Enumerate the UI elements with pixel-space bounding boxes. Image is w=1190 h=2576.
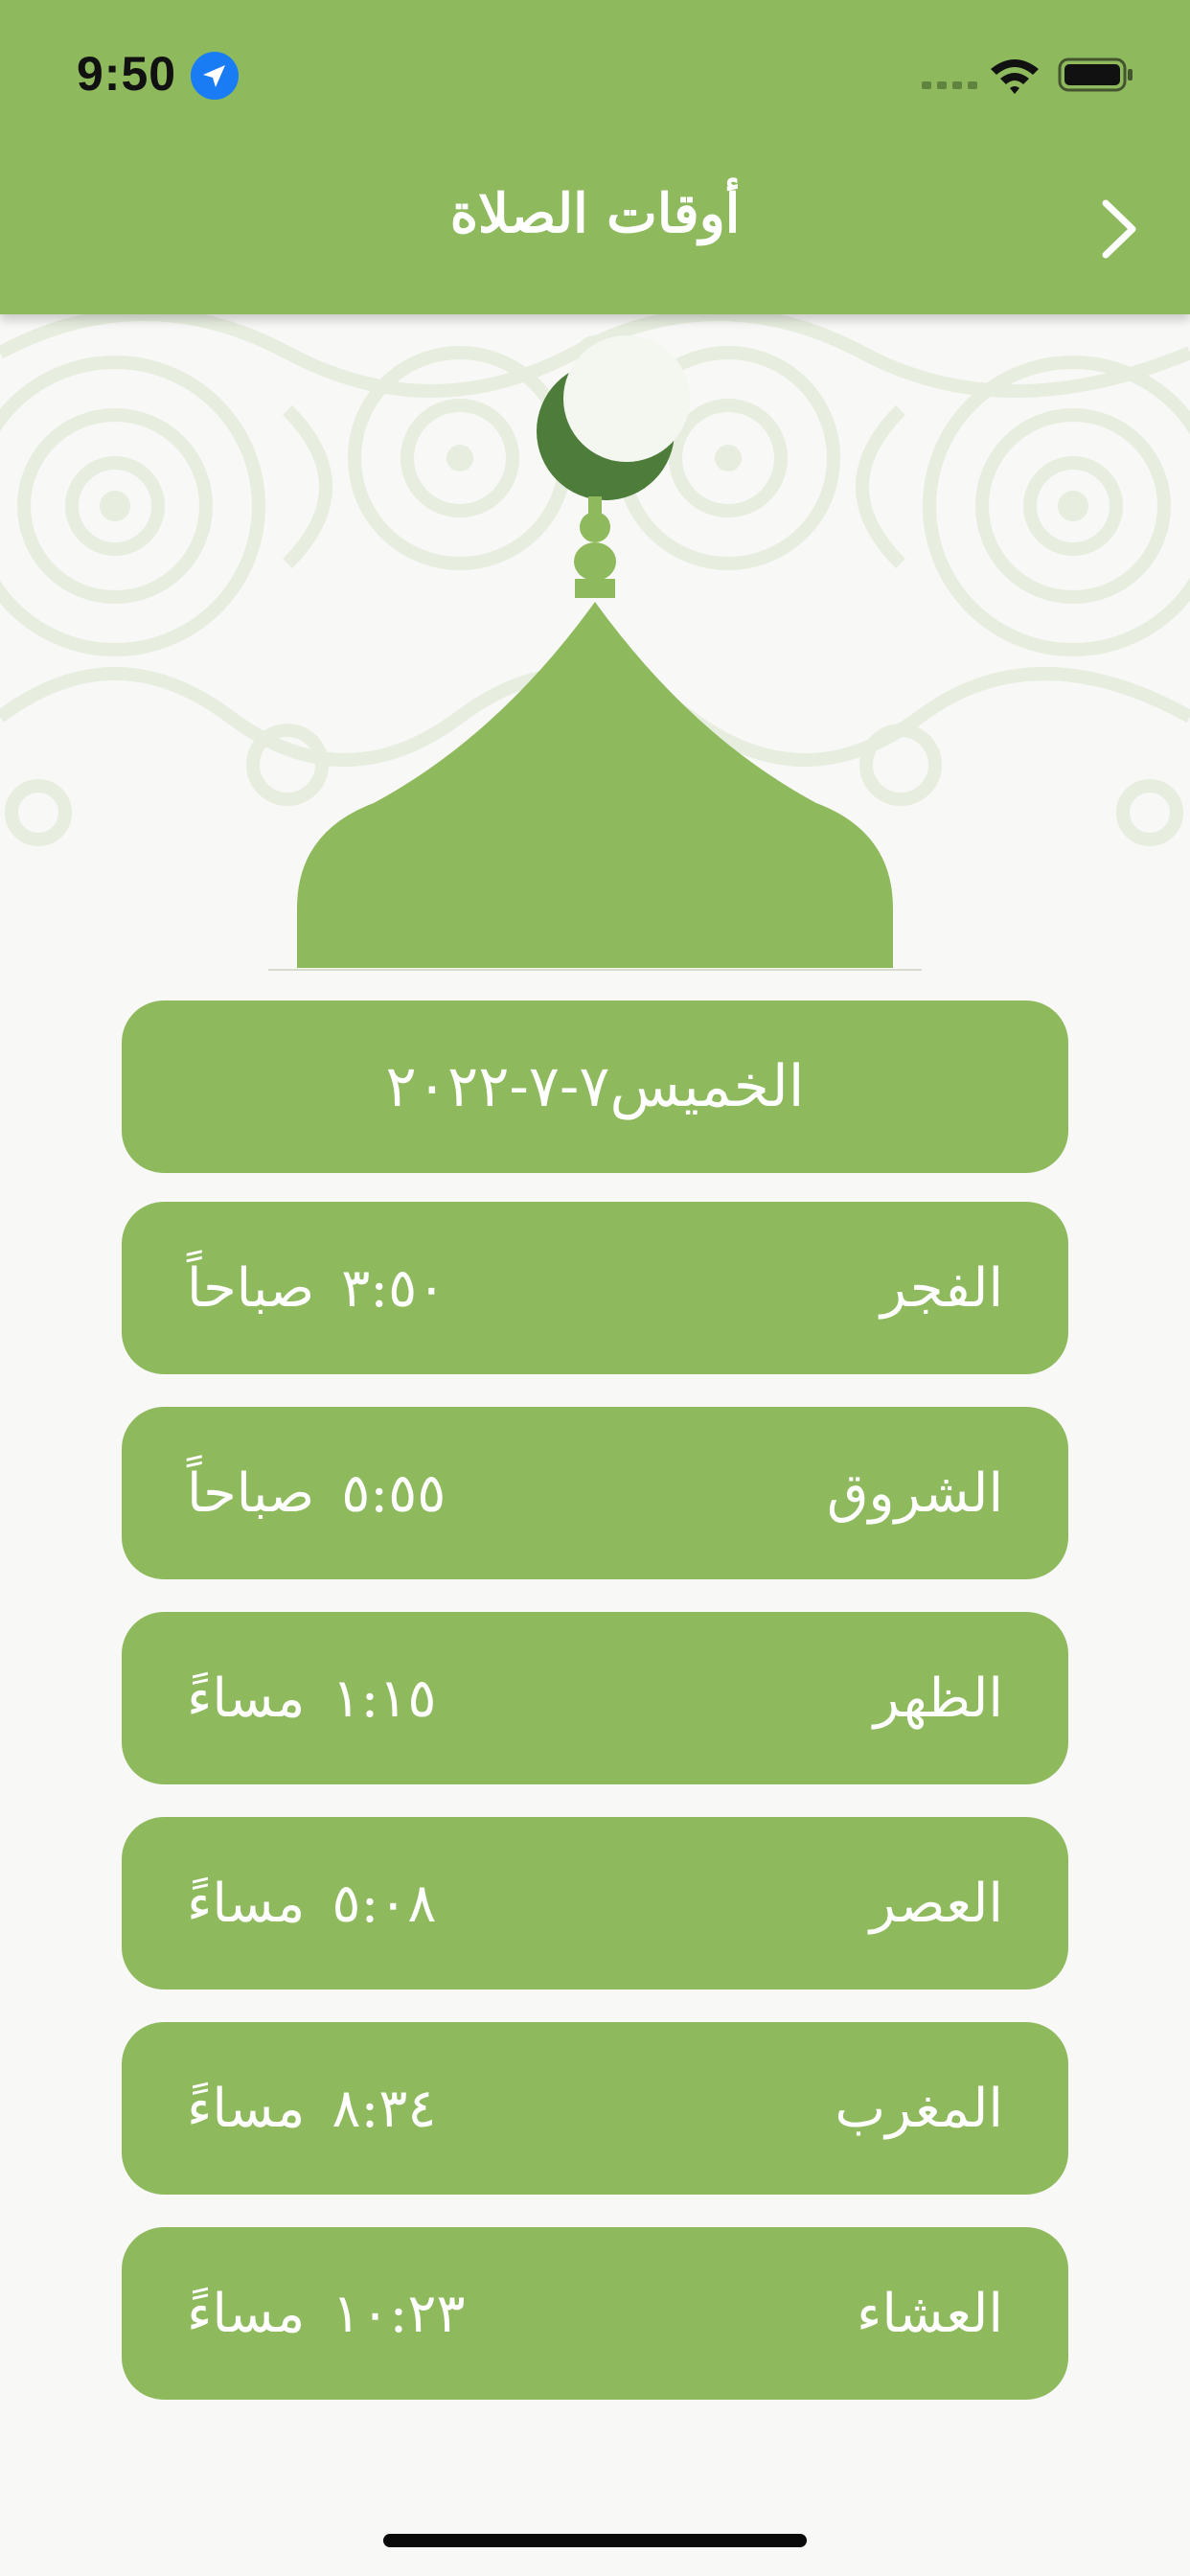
- prayer-time-value: ٣:٥٠: [341, 1256, 446, 1320]
- battery-icon: [1058, 58, 1133, 92]
- prayer-time-period: صباحاً: [187, 1256, 315, 1320]
- prayer-name: العشاء: [857, 2282, 1003, 2345]
- home-indicator[interactable]: [383, 2534, 807, 2547]
- page-title: أوقات الصلاة: [449, 182, 741, 245]
- prayer-time-value: ٨:٣٤: [332, 2077, 437, 2140]
- prayer-time-value: ٥:٠٨: [332, 1872, 437, 1935]
- prayer-time-period: صباحاً: [187, 1461, 315, 1525]
- prayer-time-period: مساءً: [187, 2077, 306, 2140]
- prayer-time: ٨:٣٤ مساءً: [187, 2022, 436, 2195]
- wifi-icon: [991, 59, 1039, 94]
- top-bar: 9:50 أوقات الصلاة: [0, 0, 1190, 314]
- date-card: الخميس٧-٧-٢٠٢٢: [122, 1000, 1068, 1173]
- prayer-row-asr: العصر ٥:٠٨ مساءً: [122, 1817, 1068, 1990]
- prayer-row-dhuhr: الظهر ١:١٥ مساءً: [122, 1612, 1068, 1784]
- prayer-time-period: مساءً: [187, 2282, 306, 2345]
- mosque-dome-crescent-icon: [268, 335, 922, 971]
- prayer-time-period: مساءً: [187, 1667, 306, 1730]
- prayer-time: ١:١٥ مساءً: [187, 1612, 436, 1784]
- date-text: الخميس٧-٧-٢٠٢٢: [385, 1053, 805, 1120]
- prayer-row-isha: العشاء ١٠:٢٣ مساءً: [122, 2227, 1068, 2400]
- prayer-name: المغرب: [835, 2077, 1003, 2140]
- prayer-row-fajr: الفجر ٣:٥٠ صباحاً: [122, 1202, 1068, 1374]
- prayer-time: ٥:٥٥ صباحاً: [187, 1407, 446, 1579]
- prayer-name: العصر: [869, 1872, 1003, 1935]
- prayer-name: الشروق: [827, 1461, 1003, 1525]
- prayer-time-value: ١:١٥: [332, 1667, 437, 1730]
- hero-banner: [0, 314, 1190, 976]
- prayer-name: الفجر: [881, 1256, 1003, 1320]
- prayer-time-value: ١٠:٢٣: [332, 2282, 466, 2345]
- prayer-row-sunrise: الشروق ٥:٥٥ صباحاً: [122, 1407, 1068, 1579]
- cellular-signal-icon: [922, 81, 977, 89]
- location-arrow-icon: [191, 52, 239, 100]
- prayer-time-value: ٥:٥٥: [341, 1461, 446, 1525]
- prayer-time: ٣:٥٠ صباحاً: [187, 1202, 446, 1374]
- chevron-right-icon[interactable]: [1098, 197, 1140, 261]
- prayer-name: الظهر: [873, 1667, 1003, 1730]
- prayer-time-period: مساءً: [187, 1872, 306, 1935]
- status-time: 9:50: [77, 47, 177, 101]
- prayer-time: ١٠:٢٣ مساءً: [187, 2227, 466, 2400]
- prayer-row-maghrib: المغرب ٨:٣٤ مساءً: [122, 2022, 1068, 2195]
- prayer-time: ٥:٠٨ مساءً: [187, 1817, 436, 1990]
